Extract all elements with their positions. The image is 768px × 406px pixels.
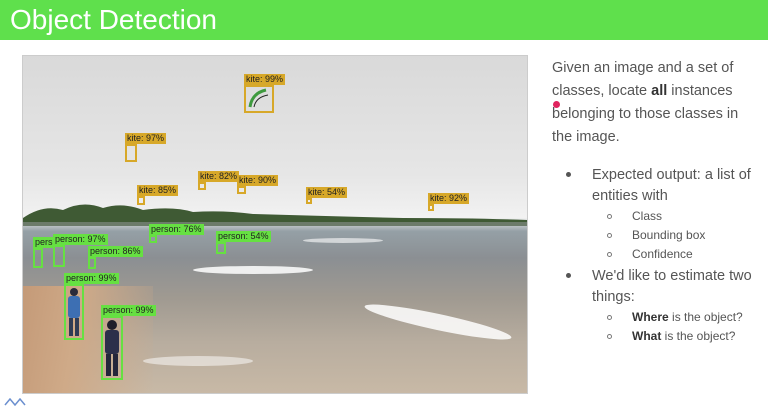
laser-pointer — [553, 101, 560, 108]
person-bbox — [216, 242, 226, 254]
wave-foam — [303, 238, 383, 243]
person-label: person: 86% — [88, 246, 143, 257]
kite-label: kite: 85% — [137, 185, 179, 196]
sub-bullet-text: is the object? — [661, 329, 736, 343]
sub-bullet-confidence: Confidence — [592, 245, 766, 264]
sub-bullet-class: Class — [592, 207, 766, 226]
bold-word: What — [632, 329, 662, 343]
kite-icon — [248, 88, 269, 108]
kite-label: kite: 82% — [198, 171, 240, 182]
wave-foam — [143, 356, 253, 366]
wave-foam — [193, 266, 313, 274]
kite-bbox — [198, 182, 206, 190]
beach-photo: kite: 99% kite: 97% kite: 82% kite: 90% … — [22, 55, 528, 394]
person-bbox — [101, 316, 123, 380]
person-label: person: 99% — [64, 273, 119, 284]
person-figure — [105, 320, 119, 376]
person-figure — [68, 288, 80, 336]
kite-bbox — [428, 204, 434, 211]
person-label: person: 76% — [149, 224, 204, 235]
presenter-logo-icon — [4, 398, 26, 406]
sub-bullet-text: is the object? — [668, 310, 743, 324]
sand-area — [23, 286, 153, 393]
slide-title: Object Detection — [10, 4, 217, 35]
person-bbox — [33, 248, 43, 268]
kite-bbox — [125, 144, 137, 162]
sub-bullet-bounding-box: Bounding box — [592, 226, 766, 245]
sub-bullet-list: Class Bounding box Confidence — [592, 207, 766, 264]
slide-description: Given an image and a set of classes, loc… — [552, 57, 762, 149]
kite-bbox — [137, 196, 145, 205]
person-label: pers — [33, 237, 55, 248]
kite-label: kite: 92% — [428, 193, 470, 204]
person-bbox — [88, 257, 96, 269]
kite-bbox — [237, 186, 246, 194]
kite-label: kite: 97% — [125, 133, 167, 144]
sub-bullet-list: Where is the object? What is the object? — [592, 308, 766, 346]
wave-foam — [362, 298, 514, 346]
sub-bullet-where: Where is the object? — [592, 308, 766, 327]
kite-bbox — [306, 198, 312, 204]
title-bar: Object Detection — [0, 0, 768, 40]
bullet-expected-output: Expected output: a list of entities with… — [566, 165, 766, 264]
bold-word: Where — [632, 310, 669, 324]
sub-bullet-what: What is the object? — [592, 327, 766, 346]
kite-label: kite: 54% — [306, 187, 348, 198]
kite-label: kite: 90% — [237, 175, 279, 186]
bullet-list: Expected output: a list of entities with… — [566, 165, 766, 348]
person-label: person: 54% — [216, 231, 271, 242]
person-bbox — [64, 284, 84, 340]
kite-bbox — [244, 85, 274, 113]
bullet-text: Expected output: a list of entities with — [592, 167, 751, 204]
description-bold: all — [651, 83, 668, 99]
person-label: person: 99% — [101, 305, 156, 316]
person-bbox — [53, 245, 65, 267]
bullet-text: We'd like to estimate two things: — [592, 268, 752, 305]
person-label: person: 97% — [53, 234, 108, 245]
bullet-estimate: We'd like to estimate two things: Where … — [566, 266, 766, 346]
person-bbox — [149, 235, 157, 243]
kite-label: kite: 99% — [244, 74, 286, 85]
